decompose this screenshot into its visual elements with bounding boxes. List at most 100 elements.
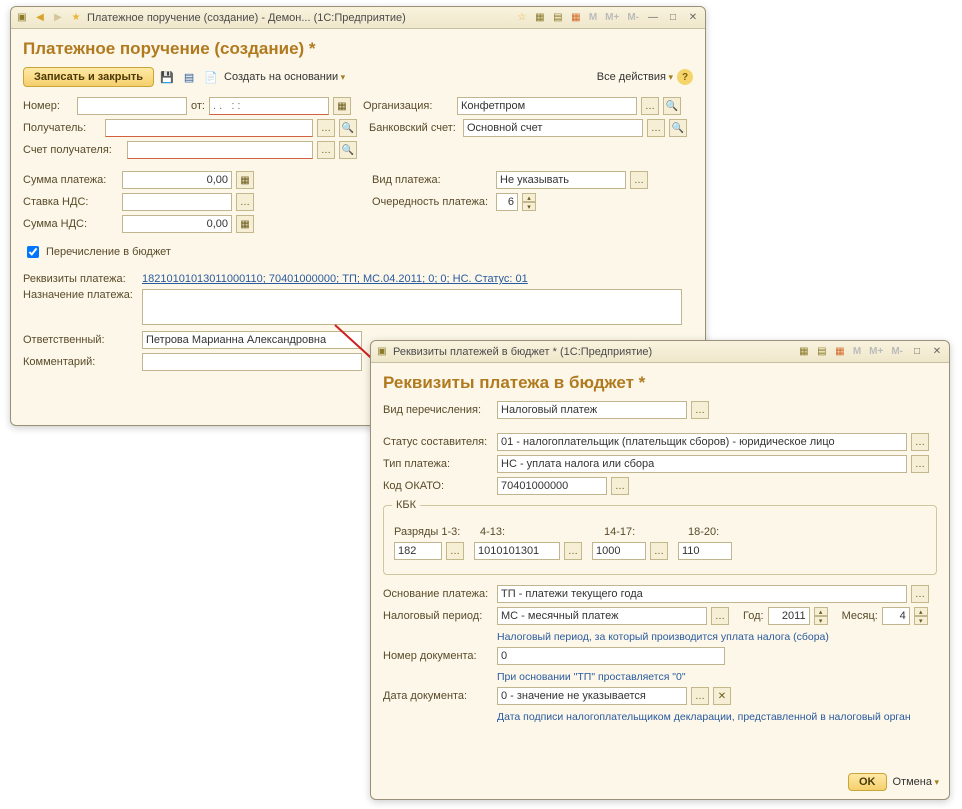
status-input[interactable] bbox=[497, 433, 907, 451]
recipient-acc-input[interactable] bbox=[127, 141, 313, 159]
forward-icon[interactable]: ▶ bbox=[51, 11, 65, 25]
fav-icon[interactable]: ☆ bbox=[515, 11, 529, 25]
bankacc-label: Банковский счет: bbox=[369, 122, 459, 134]
ot-label: от: bbox=[191, 100, 205, 112]
select-button[interactable]: … bbox=[611, 477, 629, 495]
all-actions-dropdown[interactable]: Все действия bbox=[597, 71, 673, 83]
grid-icon[interactable]: ▦ bbox=[533, 11, 547, 25]
select-button[interactable]: … bbox=[564, 542, 582, 560]
calendar-icon[interactable]: ▦ bbox=[569, 11, 583, 25]
god-spinner[interactable]: ▴▾ bbox=[814, 607, 828, 625]
stavka-input[interactable] bbox=[122, 193, 232, 211]
select-button[interactable]: … bbox=[911, 455, 929, 473]
search-icon[interactable]: 🔍 bbox=[669, 119, 687, 137]
select-button[interactable]: … bbox=[630, 171, 648, 189]
titlebar: ▣ Реквизиты платежей в бюджет * (1С:Пред… bbox=[371, 341, 949, 363]
calc-button-icon[interactable]: ▦ bbox=[236, 215, 254, 233]
docnum-label: Номер документа: bbox=[383, 650, 493, 662]
close-button[interactable]: ✕ bbox=[685, 11, 701, 25]
doc-icon[interactable]: 📄 bbox=[202, 68, 220, 86]
god-input[interactable] bbox=[768, 607, 810, 625]
date-input[interactable] bbox=[209, 97, 329, 115]
mes-input[interactable] bbox=[882, 607, 910, 625]
maximize-button[interactable]: □ bbox=[909, 345, 925, 359]
comment-input[interactable] bbox=[142, 353, 362, 371]
ok-button[interactable]: OK bbox=[848, 773, 887, 791]
star-icon[interactable]: ★ bbox=[69, 11, 83, 25]
sumnds-input[interactable] bbox=[122, 215, 232, 233]
rekv-link[interactable]: 18210101013011000110; 70401000000; ТП; М… bbox=[142, 273, 528, 285]
resp-input[interactable] bbox=[142, 331, 362, 349]
docnum-input[interactable] bbox=[497, 647, 725, 665]
recipient-label: Получатель: bbox=[23, 122, 101, 134]
search-icon[interactable]: 🔍 bbox=[339, 141, 357, 159]
back-icon[interactable]: ◀ bbox=[33, 11, 47, 25]
mminus-label: M- bbox=[625, 12, 641, 23]
calc-button-icon[interactable]: ▦ bbox=[236, 171, 254, 189]
select-button[interactable]: … bbox=[650, 542, 668, 560]
budget-checkbox[interactable] bbox=[27, 246, 39, 258]
calc-icon[interactable]: ▤ bbox=[815, 345, 829, 359]
osn-input[interactable] bbox=[497, 585, 907, 603]
select-button[interactable]: … bbox=[446, 542, 464, 560]
grid-icon[interactable]: ▦ bbox=[797, 345, 811, 359]
vidper-input[interactable] bbox=[497, 401, 687, 419]
maximize-button[interactable]: □ bbox=[665, 11, 681, 25]
sum-input[interactable] bbox=[122, 171, 232, 189]
mes-spinner[interactable]: ▴▾ bbox=[914, 607, 928, 625]
ochered-spinner[interactable]: ▴▾ bbox=[522, 193, 536, 211]
titlebar: ▣ ◀ ▶ ★ Платежное поручение (создание) -… bbox=[11, 7, 705, 29]
select-button[interactable]: … bbox=[647, 119, 665, 137]
select-button[interactable]: … bbox=[911, 433, 929, 451]
calc-icon[interactable]: ▤ bbox=[551, 11, 565, 25]
stavka-label: Ставка НДС: bbox=[23, 196, 118, 208]
minimize-button[interactable]: — bbox=[645, 11, 661, 25]
recipient-acc-label: Счет получателя: bbox=[23, 144, 123, 156]
r1820-input[interactable] bbox=[678, 542, 732, 560]
ochered-input[interactable] bbox=[496, 193, 518, 211]
r413-input[interactable] bbox=[474, 542, 560, 560]
org-input[interactable] bbox=[457, 97, 637, 115]
select-button[interactable]: … bbox=[911, 585, 929, 603]
calendar-icon[interactable]: ▦ bbox=[833, 345, 847, 359]
r413-label: 4-13: bbox=[480, 526, 600, 538]
sumnds-label: Сумма НДС: bbox=[23, 218, 118, 230]
cancel-button[interactable]: Отмена bbox=[893, 776, 940, 788]
select-button[interactable]: … bbox=[317, 141, 335, 159]
select-button[interactable]: … bbox=[317, 119, 335, 137]
r1417-input[interactable] bbox=[592, 542, 646, 560]
okato-label: Код ОКАТО: bbox=[383, 480, 493, 492]
print-icon[interactable]: ▤ bbox=[180, 68, 198, 86]
kbk-fieldset: КБК Разряды 1-3: 4-13: 14-17: 18-20: … …… bbox=[383, 505, 937, 575]
recipient-input[interactable] bbox=[105, 119, 313, 137]
osn-label: Основание платежа: bbox=[383, 588, 493, 600]
vidper-label: Вид перечисления: bbox=[383, 404, 493, 416]
select-button[interactable]: … bbox=[641, 97, 659, 115]
save-close-button[interactable]: Записать и закрыть bbox=[23, 67, 154, 87]
period-input[interactable] bbox=[497, 607, 707, 625]
help-button[interactable]: ? bbox=[677, 69, 693, 85]
close-button[interactable]: ✕ bbox=[929, 345, 945, 359]
bankacc-input[interactable] bbox=[463, 119, 643, 137]
r13-input[interactable] bbox=[394, 542, 442, 560]
search-icon[interactable]: 🔍 bbox=[663, 97, 681, 115]
tip-input[interactable] bbox=[497, 455, 907, 473]
create-based-dropdown[interactable]: Создать на основании bbox=[224, 71, 345, 83]
ochered-label: Очередность платежа: bbox=[372, 196, 492, 208]
save-icon[interactable]: 💾 bbox=[158, 68, 176, 86]
calendar-picker-icon[interactable]: ▦ bbox=[333, 97, 351, 115]
docdate-input[interactable] bbox=[497, 687, 687, 705]
number-input[interactable] bbox=[77, 97, 187, 115]
select-button[interactable]: … bbox=[711, 607, 729, 625]
select-button[interactable]: … bbox=[236, 193, 254, 211]
okato-input[interactable] bbox=[497, 477, 607, 495]
select-button[interactable]: … bbox=[691, 401, 709, 419]
docnum-hint: При основании "ТП" проставляется "0" bbox=[497, 671, 686, 683]
vid-input[interactable] bbox=[496, 171, 626, 189]
search-icon[interactable]: 🔍 bbox=[339, 119, 357, 137]
select-button[interactable]: … bbox=[691, 687, 709, 705]
r1820-label: 18-20: bbox=[688, 526, 719, 538]
clear-button[interactable]: ✕ bbox=[713, 687, 731, 705]
nazn-input[interactable] bbox=[142, 289, 682, 325]
page-title: Реквизиты платежа в бюджет * bbox=[383, 373, 937, 393]
